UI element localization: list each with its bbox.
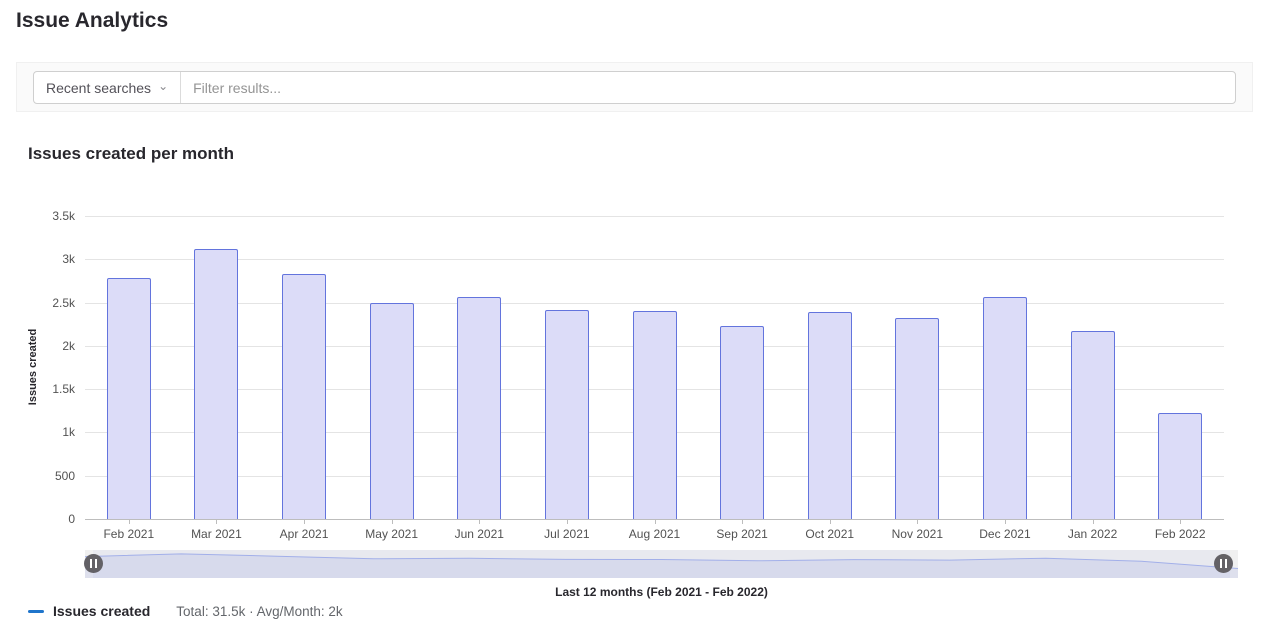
bar-apr-2021[interactable] bbox=[282, 274, 326, 519]
x-tick-label: Jan 2022 bbox=[1049, 527, 1137, 541]
filter-results-input[interactable] bbox=[181, 72, 1235, 103]
chart-title: Issues created per month bbox=[28, 144, 234, 164]
legend-line-marker bbox=[28, 610, 44, 613]
x-tick-label: Sep 2021 bbox=[698, 527, 786, 541]
x-tick-label: Feb 2022 bbox=[1136, 527, 1224, 541]
x-axis-tick bbox=[1180, 519, 1181, 524]
bar-mar-2021[interactable] bbox=[194, 249, 238, 519]
x-axis-tick bbox=[216, 519, 217, 524]
x-axis-tick bbox=[917, 519, 918, 524]
bar-feb-2021[interactable] bbox=[107, 278, 151, 519]
y-tick-label: 3.5k bbox=[7, 209, 75, 223]
recent-searches-dropdown[interactable]: Recent searches ⌄ bbox=[34, 72, 181, 103]
x-axis-tick bbox=[479, 519, 480, 524]
gridline bbox=[85, 216, 1224, 217]
bar-aug-2021[interactable] bbox=[633, 311, 677, 519]
y-tick-label: 0 bbox=[7, 512, 75, 526]
x-axis-tick bbox=[830, 519, 831, 524]
pause-icon bbox=[1220, 559, 1227, 568]
y-tick-label: 3k bbox=[7, 252, 75, 266]
bar-dec-2021[interactable] bbox=[983, 297, 1027, 519]
y-tick-label: 1k bbox=[7, 425, 75, 439]
bar-feb-2022[interactable] bbox=[1158, 413, 1202, 519]
x-tick-label: Aug 2021 bbox=[611, 527, 699, 541]
x-tick-label: Mar 2021 bbox=[173, 527, 261, 541]
bar-jun-2021[interactable] bbox=[457, 297, 501, 519]
chart-legend[interactable]: Issues created Total: 31.5k · Avg/Month:… bbox=[28, 601, 343, 621]
pause-icon bbox=[90, 559, 97, 568]
data-zoom-slider[interactable] bbox=[85, 550, 1238, 578]
legend-summary: Total: 31.5k · Avg/Month: 2k bbox=[176, 604, 342, 619]
bar-may-2021[interactable] bbox=[370, 303, 414, 519]
x-tick-label: Nov 2021 bbox=[874, 527, 962, 541]
slider-handle-right[interactable] bbox=[1214, 554, 1233, 573]
bar-sep-2021[interactable] bbox=[720, 326, 764, 519]
plot-area: 05001k1.5k2k2.5k3k3.5kFeb 2021Mar 2021Ap… bbox=[85, 216, 1224, 519]
y-tick-label: 500 bbox=[7, 469, 75, 483]
bar-nov-2021[interactable] bbox=[895, 318, 939, 519]
bar-oct-2021[interactable] bbox=[808, 312, 852, 519]
x-tick-label: Dec 2021 bbox=[961, 527, 1049, 541]
x-axis-tick bbox=[655, 519, 656, 524]
x-axis-tick bbox=[1093, 519, 1094, 524]
slider-range-label: Last 12 months (Feb 2021 - Feb 2022) bbox=[85, 585, 1238, 599]
y-tick-label: 2k bbox=[7, 339, 75, 353]
recent-searches-label: Recent searches bbox=[46, 80, 151, 96]
x-tick-label: Feb 2021 bbox=[85, 527, 173, 541]
page-title: Issue Analytics bbox=[16, 9, 168, 33]
x-tick-label: May 2021 bbox=[348, 527, 436, 541]
x-tick-label: Apr 2021 bbox=[260, 527, 348, 541]
legend-series-label: Issues created bbox=[53, 603, 150, 619]
x-axis-tick bbox=[742, 519, 743, 524]
gridline bbox=[85, 259, 1224, 260]
y-tick-label: 1.5k bbox=[7, 382, 75, 396]
bar-jul-2021[interactable] bbox=[545, 310, 589, 519]
x-tick-label: Jun 2021 bbox=[435, 527, 523, 541]
filter-bar: Recent searches ⌄ bbox=[16, 62, 1253, 112]
filtered-search-control: Recent searches ⌄ bbox=[33, 71, 1236, 104]
x-axis-tick bbox=[304, 519, 305, 524]
x-tick-label: Jul 2021 bbox=[523, 527, 611, 541]
bar-jan-2022[interactable] bbox=[1071, 331, 1115, 519]
x-axis-tick bbox=[1005, 519, 1006, 524]
x-axis-tick bbox=[567, 519, 568, 524]
y-tick-label: 2.5k bbox=[7, 296, 75, 310]
slider-handle-left[interactable] bbox=[84, 554, 103, 573]
x-axis-tick bbox=[129, 519, 130, 524]
slider-selected-range[interactable] bbox=[93, 550, 1230, 578]
x-tick-label: Oct 2021 bbox=[786, 527, 874, 541]
chevron-down-icon: ⌄ bbox=[158, 80, 168, 92]
gridline bbox=[85, 303, 1224, 304]
x-axis-tick bbox=[392, 519, 393, 524]
